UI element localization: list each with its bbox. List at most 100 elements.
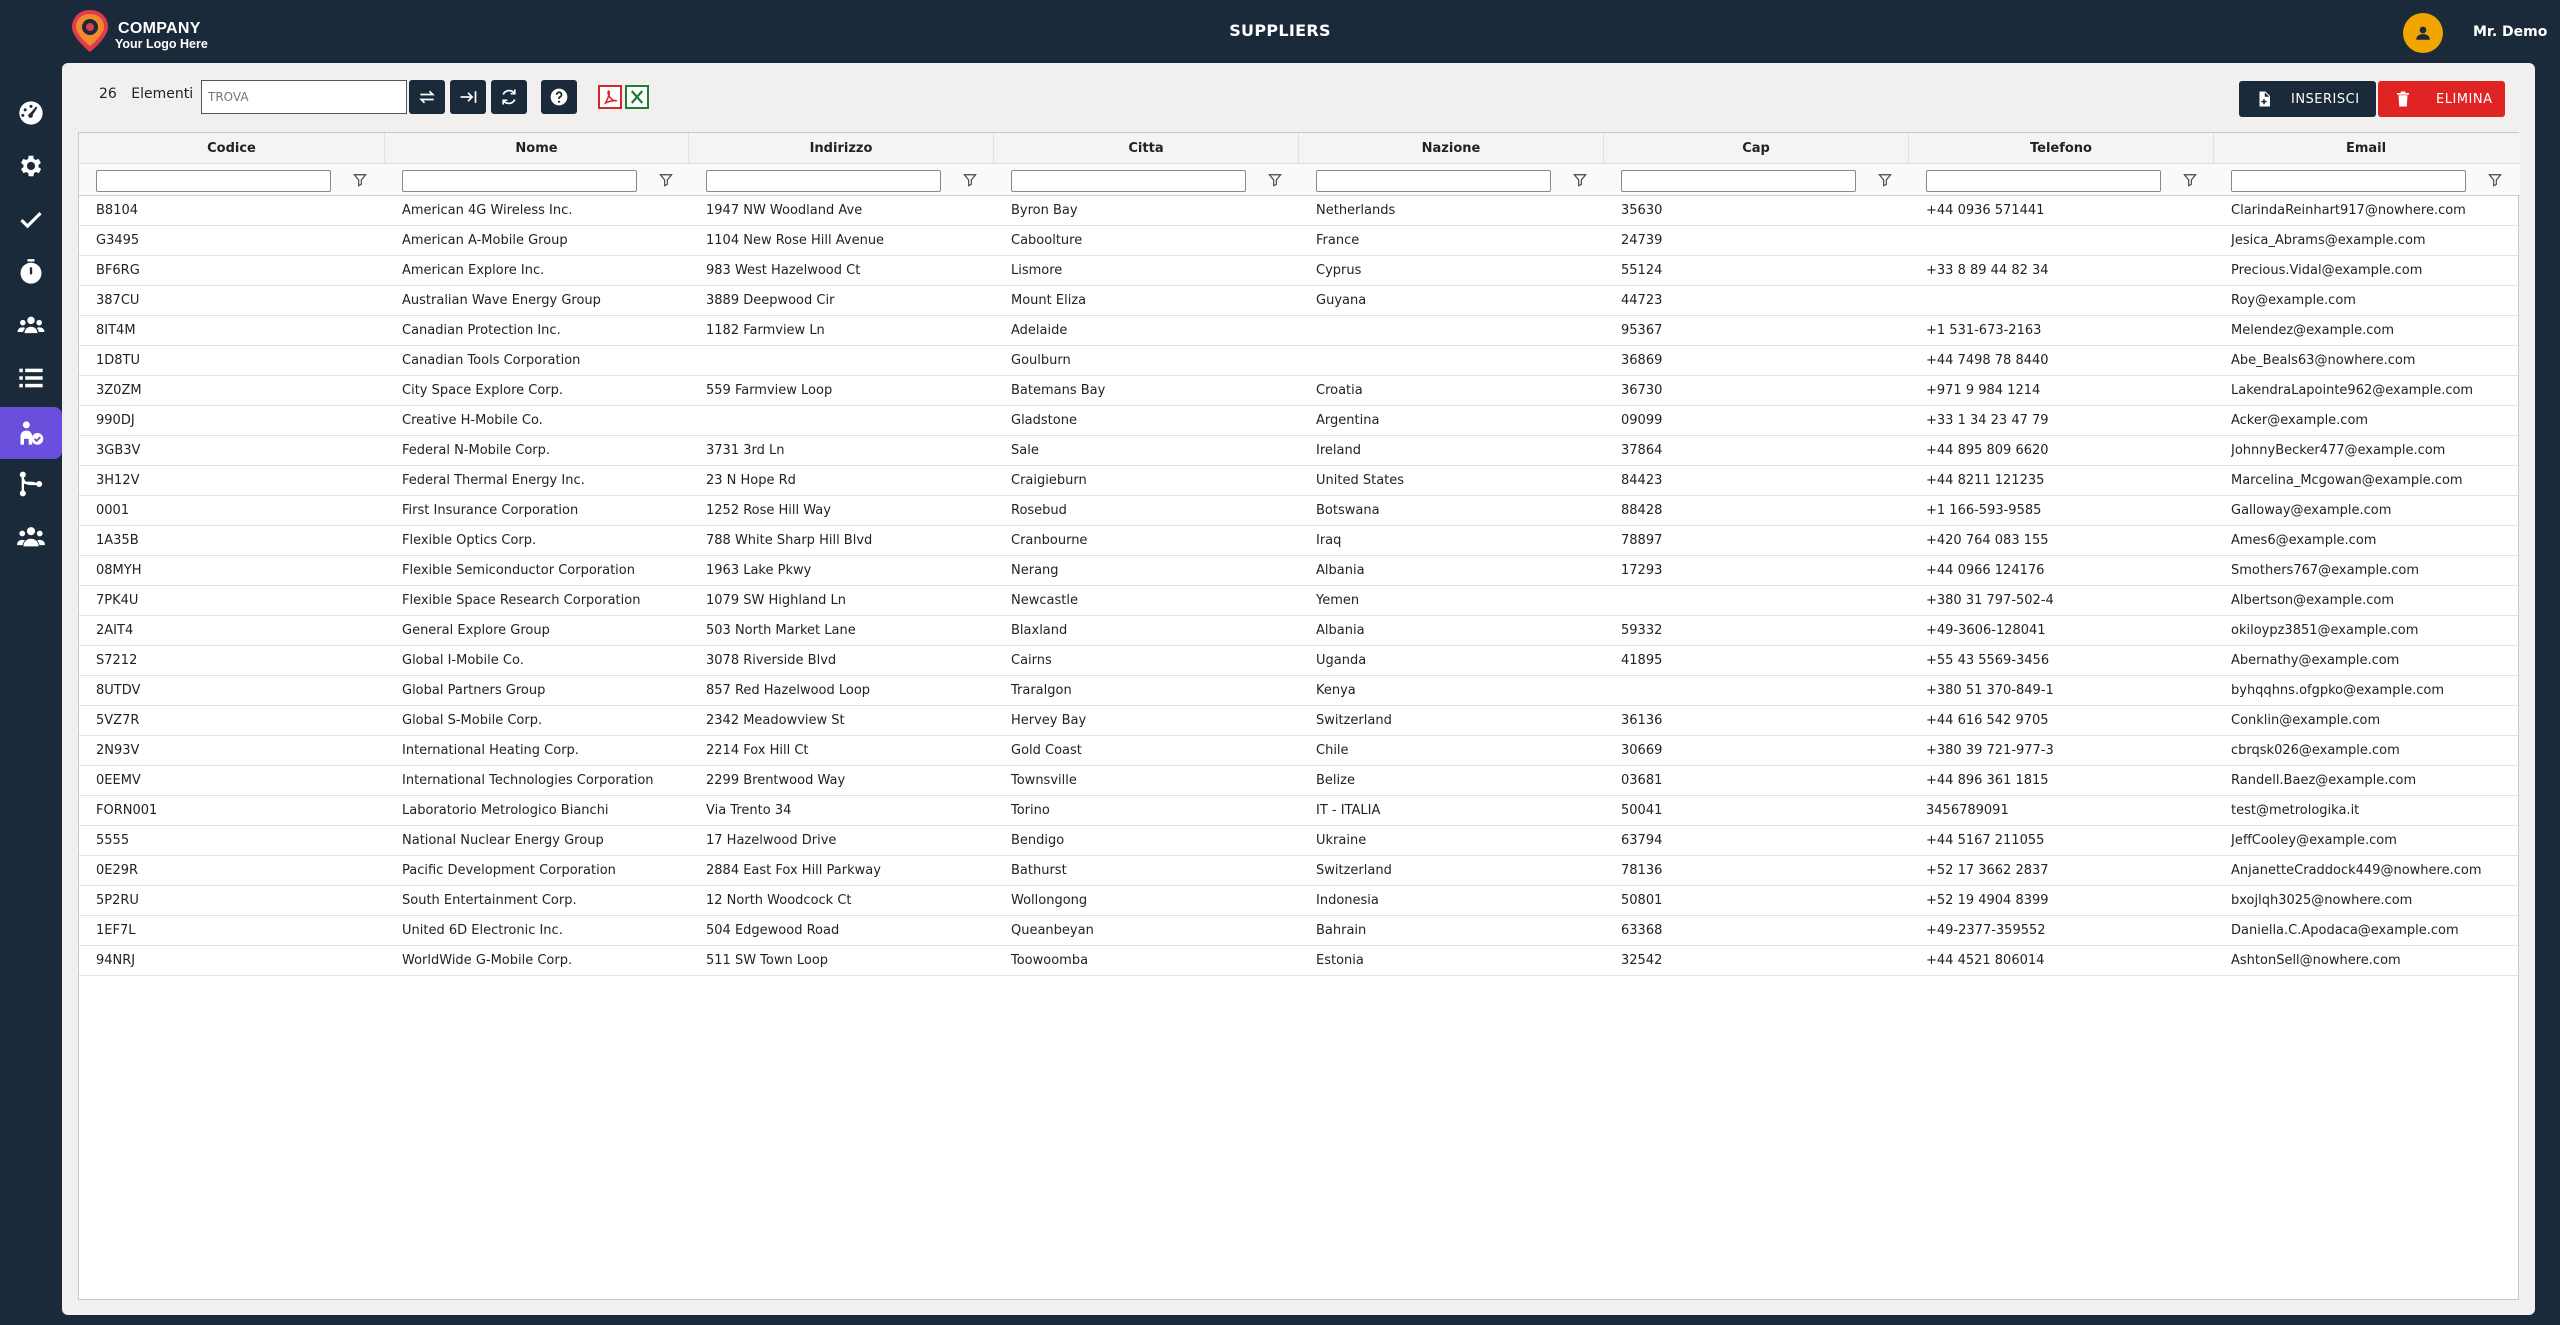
filter-input-codice[interactable] bbox=[96, 170, 331, 192]
sidebar-item-list[interactable] bbox=[0, 352, 62, 404]
column-header-cap[interactable]: Cap bbox=[1604, 133, 1909, 164]
table-row[interactable]: G3495 American A-Mobile Group 1104 New Ros… bbox=[79, 226, 2520, 256]
table-row[interactable]: 2N93V International Heating Corp. 2214 Fox… bbox=[79, 736, 2520, 766]
trash-icon bbox=[2397, 91, 2409, 107]
table-row[interactable]: 3Z0ZM City Space Explore Corp. 559 Farmvie… bbox=[79, 376, 2520, 406]
table-row[interactable]: 1A35B Flexible Optics Corp. 788 White Shar… bbox=[79, 526, 2520, 556]
cell-email: JohnnyBecker477@example.com bbox=[2231, 443, 2446, 458]
cell-codice: 1EF7L bbox=[96, 923, 136, 938]
table-row[interactable]: 5555 National Nuclear Energy Group 17 Haze… bbox=[79, 826, 2520, 856]
table-row[interactable]: 5P2RU South Entertainment Corp. 12 North W… bbox=[79, 886, 2520, 916]
swap-button[interactable] bbox=[409, 80, 445, 114]
cell-indirizzo: 3078 Riverside Blvd bbox=[706, 653, 837, 668]
help-icon bbox=[550, 88, 568, 106]
column-header-nazione[interactable]: Nazione bbox=[1299, 133, 1604, 164]
skip-to-end-button[interactable] bbox=[450, 80, 486, 114]
cell-cap: 44723 bbox=[1621, 293, 1663, 308]
table-row[interactable]: 7PK4U Flexible Space Research Corporation… bbox=[79, 586, 2520, 616]
column-header-indirizzo[interactable]: Indirizzo bbox=[689, 133, 994, 164]
table-row[interactable]: 1EF7L United 6D Electronic Inc. 504 Edgewo… bbox=[79, 916, 2520, 946]
delete-button[interactable]: ELIMINA bbox=[2378, 81, 2505, 117]
table-row[interactable]: B8104 American 4G Wireless Inc. 1947 NW Wo… bbox=[79, 196, 2520, 226]
cell-nome: Creative H-Mobile Co. bbox=[402, 413, 543, 428]
table-row[interactable]: 0001 First Insurance Corporation 1252 Rose… bbox=[79, 496, 2520, 526]
sidebar-item-dashboard[interactable] bbox=[0, 87, 62, 139]
table-row[interactable]: 8IT4M Canadian Protection Inc. 1182 Farmvi… bbox=[79, 316, 2520, 346]
sidebar-item-suppliers[interactable] bbox=[0, 407, 62, 459]
sidebar-item-settings[interactable] bbox=[0, 140, 62, 192]
cell-email: Albertson@example.com bbox=[2231, 593, 2395, 608]
filter-input-citta[interactable] bbox=[1011, 170, 1246, 192]
cell-indirizzo: 3731 3rd Ln bbox=[706, 443, 785, 458]
avatar[interactable] bbox=[2403, 13, 2443, 53]
cell-cap: 36136 bbox=[1621, 713, 1663, 728]
table-row[interactable]: 0EEMV International Technologies Corporat… bbox=[79, 766, 2520, 796]
filter-input-cap[interactable] bbox=[1621, 170, 1856, 192]
cell-citta: Cranbourne bbox=[1011, 533, 1088, 548]
table-row[interactable]: 990DJ Creative H-Mobile Co. Gladstone Argen… bbox=[79, 406, 2520, 436]
filter-icon[interactable] bbox=[963, 173, 977, 187]
filter-input-nome[interactable] bbox=[402, 170, 637, 192]
help-button[interactable] bbox=[541, 80, 577, 114]
table-row[interactable]: BF6RG American Explore Inc. 983 West Hazel… bbox=[79, 256, 2520, 286]
filter-icon[interactable] bbox=[659, 173, 673, 187]
cell-codice: BF6RG bbox=[96, 263, 140, 278]
filter-icon[interactable] bbox=[2183, 173, 2197, 187]
sidebar-item-users[interactable] bbox=[0, 511, 62, 563]
cell-indirizzo: Via Trento 34 bbox=[706, 803, 792, 818]
column-header-telefono[interactable]: Telefono bbox=[1909, 133, 2214, 164]
table-row[interactable]: 1D8TU Canadian Tools Corporation Goulburn 3… bbox=[79, 346, 2520, 376]
insert-button[interactable]: INSERISCI bbox=[2239, 81, 2376, 117]
cell-citta: Sale bbox=[1011, 443, 1039, 458]
table-row[interactable]: 8UTDV Global Partners Group 857 Red Hazelw… bbox=[79, 676, 2520, 706]
filter-icon[interactable] bbox=[1878, 173, 1892, 187]
supplier-icon bbox=[20, 421, 44, 445]
table-row[interactable]: 3H12V Federal Thermal Energy Inc. 23 N Hop… bbox=[79, 466, 2520, 496]
column-header-nome[interactable]: Nome bbox=[385, 133, 689, 164]
table-row[interactable]: 387CU Australian Wave Energy Group 3889 De… bbox=[79, 286, 2520, 316]
filter-input-nazione[interactable] bbox=[1316, 170, 1551, 192]
cell-codice: FORN001 bbox=[96, 803, 158, 818]
cell-citta: Goulburn bbox=[1011, 353, 1071, 368]
gear-icon bbox=[20, 155, 42, 177]
filter-icon[interactable] bbox=[1573, 173, 1587, 187]
column-header-codice[interactable]: Codice bbox=[79, 133, 385, 164]
table-row[interactable]: 08MYH Flexible Semiconductor Corporation 1… bbox=[79, 556, 2520, 586]
filter-input-email[interactable] bbox=[2231, 170, 2466, 192]
cell-codice: 8IT4M bbox=[96, 323, 136, 338]
cell-citta: Hervey Bay bbox=[1011, 713, 1087, 728]
refresh-button[interactable] bbox=[491, 80, 527, 114]
user-name[interactable]: Mr. Demo bbox=[2473, 24, 2547, 40]
cell-nome: Australian Wave Energy Group bbox=[402, 293, 601, 308]
sidebar-item-groups[interactable] bbox=[0, 299, 62, 351]
cell-cap: 35630 bbox=[1621, 203, 1663, 218]
export-excel-button[interactable] bbox=[625, 85, 649, 109]
table-row[interactable]: 94NRJ WorldWide G-Mobile Corp. 511 SW Town… bbox=[79, 946, 2520, 976]
table-row[interactable]: FORN001 Laboratorio Metrologico Bianchi Vi… bbox=[79, 796, 2520, 826]
filter-icon[interactable] bbox=[1268, 173, 1282, 187]
filter-icon[interactable] bbox=[2488, 173, 2502, 187]
table-row[interactable]: 2AIT4 General Explore Group 503 North Mark… bbox=[79, 616, 2520, 646]
search-input[interactable] bbox=[201, 80, 407, 114]
filter-icon[interactable] bbox=[353, 173, 367, 187]
check-icon bbox=[20, 212, 42, 229]
export-pdf-button[interactable] bbox=[598, 85, 622, 109]
cell-indirizzo bbox=[706, 346, 986, 376]
filter-input-telefono[interactable] bbox=[1926, 170, 2161, 192]
filter-input-indirizzo[interactable] bbox=[706, 170, 941, 192]
cell-nazione: Croatia bbox=[1316, 383, 1363, 398]
table-row[interactable]: S7212 Global I-Mobile Co. 3078 Riverside B… bbox=[79, 646, 2520, 676]
sidebar-item-timer[interactable] bbox=[0, 246, 62, 298]
sidebar-item-tasks[interactable] bbox=[0, 193, 62, 245]
cell-telefono: +33 1 34 23 47 79 bbox=[1926, 413, 2049, 428]
sidebar-item-flow[interactable] bbox=[0, 458, 62, 510]
column-header-email[interactable]: Email bbox=[2214, 133, 2518, 164]
cell-nome: Flexible Space Research Corporation bbox=[402, 593, 641, 608]
cell-nazione: Albania bbox=[1316, 563, 1365, 578]
table-row[interactable]: 5VZ7R Global S-Mobile Corp. 2342 Meadowvie… bbox=[79, 706, 2520, 736]
table-row[interactable]: 0E29R Pacific Development Corporation 2884… bbox=[79, 856, 2520, 886]
list-icon bbox=[19, 368, 43, 388]
cell-nome: Canadian Protection Inc. bbox=[402, 323, 561, 338]
table-row[interactable]: 3GB3V Federal N-Mobile Corp. 3731 3rd Ln Sa… bbox=[79, 436, 2520, 466]
column-header-citta[interactable]: Citta bbox=[994, 133, 1299, 164]
